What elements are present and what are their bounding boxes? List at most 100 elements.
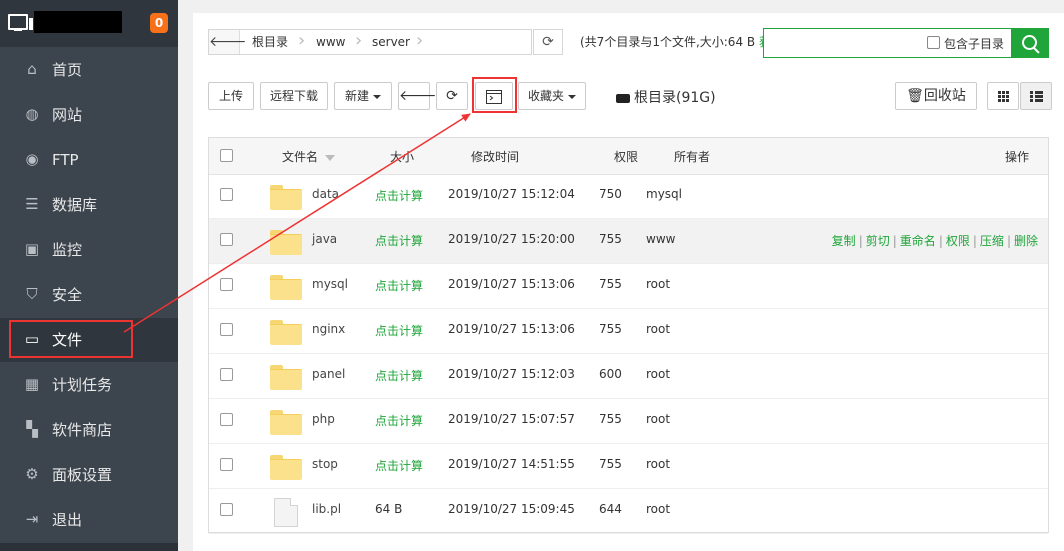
sidebar-item-settings[interactable]: ⚙ 面板设置 [0, 453, 178, 497]
row-action-link[interactable]: 重命名 [900, 234, 936, 248]
file-permission[interactable]: 644 [599, 502, 622, 516]
back-arrow-icon[interactable]: 🡐 [209, 30, 247, 54]
breadcrumb-item[interactable]: server [372, 30, 410, 54]
row-checkbox[interactable] [220, 503, 233, 516]
sidebar-item-security[interactable]: ⛉ 安全 [0, 273, 178, 317]
file-mtime: 2019/10/27 15:20:00 [448, 232, 575, 246]
sidebar-item-label: 监控 [52, 241, 83, 259]
file-size[interactable]: 点击计算 [375, 277, 423, 294]
table-row[interactable]: java 点击计算 2019/10/27 15:20:00 755 www 复制 | 剪切 | 重… [209, 219, 1048, 264]
breadcrumb-item[interactable]: 根目录 [252, 30, 288, 54]
column-owner-header[interactable]: 所有者 [674, 148, 710, 165]
row-checkbox[interactable] [220, 233, 233, 246]
breadcrumb-item[interactable]: www [316, 30, 345, 54]
file-owner[interactable]: root [646, 412, 670, 426]
refresh-button[interactable]: ⟳ [436, 82, 468, 110]
column-size-header[interactable]: 大小 [390, 148, 414, 165]
file-size[interactable]: 点击计算 [375, 457, 423, 474]
file-permission[interactable]: 750 [599, 187, 622, 201]
file-mtime: 2019/10/27 15:12:04 [448, 187, 575, 201]
summary-text: (共7个目录与1个文件,大小:64 B [580, 35, 756, 49]
grid-view-button[interactable] [987, 82, 1019, 110]
include-subdir-checkbox[interactable] [927, 36, 940, 49]
file-owner[interactable]: mysql [646, 187, 682, 201]
sidebar-item-website[interactable]: ◍ 网站 [0, 93, 178, 137]
sidebar-item-home[interactable]: ⌂ 首页 [0, 48, 178, 92]
file-owner[interactable]: www [646, 232, 675, 246]
file-owner[interactable]: root [646, 502, 670, 516]
monitor-chart-icon: ▣ [24, 240, 40, 258]
file-name[interactable]: nginx [312, 322, 345, 336]
file-owner[interactable]: root [646, 277, 670, 291]
file-name[interactable]: stop [312, 457, 338, 471]
file-permission[interactable]: 755 [599, 322, 622, 336]
row-action-link[interactable]: 复制 [832, 234, 856, 248]
row-checkbox[interactable] [220, 458, 233, 471]
row-checkbox[interactable] [220, 188, 233, 201]
file-permission[interactable]: 755 [599, 232, 622, 246]
select-all-checkbox[interactable] [220, 149, 233, 162]
sidebar-item-label: 网站 [52, 106, 83, 124]
row-action-link[interactable]: 压缩 [980, 234, 1004, 248]
row-checkbox[interactable] [220, 413, 233, 426]
folder-icon [270, 230, 302, 255]
remote-download-button[interactable]: 远程下载 [260, 82, 328, 110]
file-name[interactable]: mysql [312, 277, 348, 291]
upload-button[interactable]: 上传 [208, 82, 254, 110]
column-name-header[interactable]: 文件名 [282, 148, 335, 165]
row-checkbox[interactable] [220, 368, 233, 381]
row-checkbox[interactable] [220, 323, 233, 336]
file-size[interactable]: 点击计算 [375, 322, 423, 339]
sidebar-item-ftp[interactable]: ◉ FTP [0, 138, 178, 182]
refresh-path-button[interactable]: ⟳ [533, 29, 563, 55]
file-mtime: 2019/10/27 15:09:45 [448, 502, 575, 516]
table-row[interactable]: lib.pl 64 B 2019/10/27 15:09:45 644 root [209, 489, 1048, 534]
recycle-bin-button[interactable]: 🗑回收站 [895, 82, 977, 110]
shield-icon: ⛉ [26, 285, 38, 303]
table-row[interactable]: data 点击计算 2019/10/27 15:12:04 750 mysql [209, 174, 1048, 219]
sidebar-item-store[interactable]: ▚ 软件商店 [0, 408, 178, 452]
file-name[interactable]: php [312, 412, 335, 426]
file-owner[interactable]: root [646, 322, 670, 336]
file-size: 64 B [375, 502, 403, 516]
file-permission[interactable]: 755 [599, 457, 622, 471]
search-button[interactable] [1012, 28, 1049, 58]
file-size[interactable]: 点击计算 [375, 187, 423, 204]
column-perm-header[interactable]: 权限 [614, 148, 638, 165]
file-name[interactable]: panel [312, 367, 345, 381]
back-button[interactable]: 🡐 [398, 82, 437, 110]
new-dropdown-button[interactable]: 新建 [334, 82, 392, 110]
search-input[interactable] [768, 33, 922, 55]
file-size[interactable]: 点击计算 [375, 412, 423, 429]
row-checkbox[interactable] [220, 278, 233, 291]
row-action-link[interactable]: 权限 [946, 234, 970, 248]
sidebar-item-database[interactable]: ☰ 数据库 [0, 183, 178, 227]
disk-selector[interactable]: 根目录(91G) [616, 87, 716, 107]
table-row[interactable]: nginx 点击计算 2019/10/27 15:13:06 755 root [209, 309, 1048, 354]
table-row[interactable]: panel 点击计算 2019/10/27 15:12:03 600 root [209, 354, 1048, 399]
file-size[interactable]: 点击计算 [375, 367, 423, 384]
file-name[interactable]: java [312, 232, 337, 246]
favorites-dropdown-button[interactable]: 收藏夹 [518, 82, 586, 110]
file-name[interactable]: data [312, 187, 339, 201]
row-action-link[interactable]: 删除 [1014, 234, 1038, 248]
column-mtime-header[interactable]: 修改时间 [471, 148, 519, 165]
table-row[interactable]: stop 点击计算 2019/10/27 14:51:55 755 root [209, 444, 1048, 489]
row-action-link[interactable]: 剪切 [866, 234, 890, 248]
file-size[interactable]: 点击计算 [375, 232, 423, 249]
file-permission[interactable]: 755 [599, 412, 622, 426]
notification-badge[interactable]: 0 [150, 13, 168, 33]
table-row[interactable]: php 点击计算 2019/10/27 15:07:57 755 root [209, 399, 1048, 444]
sidebar-item-monitor[interactable]: ▣ 监控 [0, 228, 178, 272]
sidebar-item-logout[interactable]: ⇥ 退出 [0, 498, 178, 542]
file-owner[interactable]: root [646, 457, 670, 471]
table-row[interactable]: mysql 点击计算 2019/10/27 15:13:06 755 root [209, 264, 1048, 309]
file-name[interactable]: lib.pl [312, 502, 341, 516]
file-permission[interactable]: 600 [599, 367, 622, 381]
sidebar: 0 ⌂ 首页 ◍ 网站 ◉ FTP ☰ 数据库 ▣ 监控 ⛉ 安全 ▭ 文件 ▦… [0, 0, 178, 551]
file-owner[interactable]: root [646, 367, 670, 381]
list-view-button[interactable] [1020, 82, 1052, 110]
sidebar-item-cron[interactable]: ▦ 计划任务 [0, 363, 178, 407]
file-permission[interactable]: 755 [599, 277, 622, 291]
file-mtime: 2019/10/27 15:07:57 [448, 412, 575, 426]
